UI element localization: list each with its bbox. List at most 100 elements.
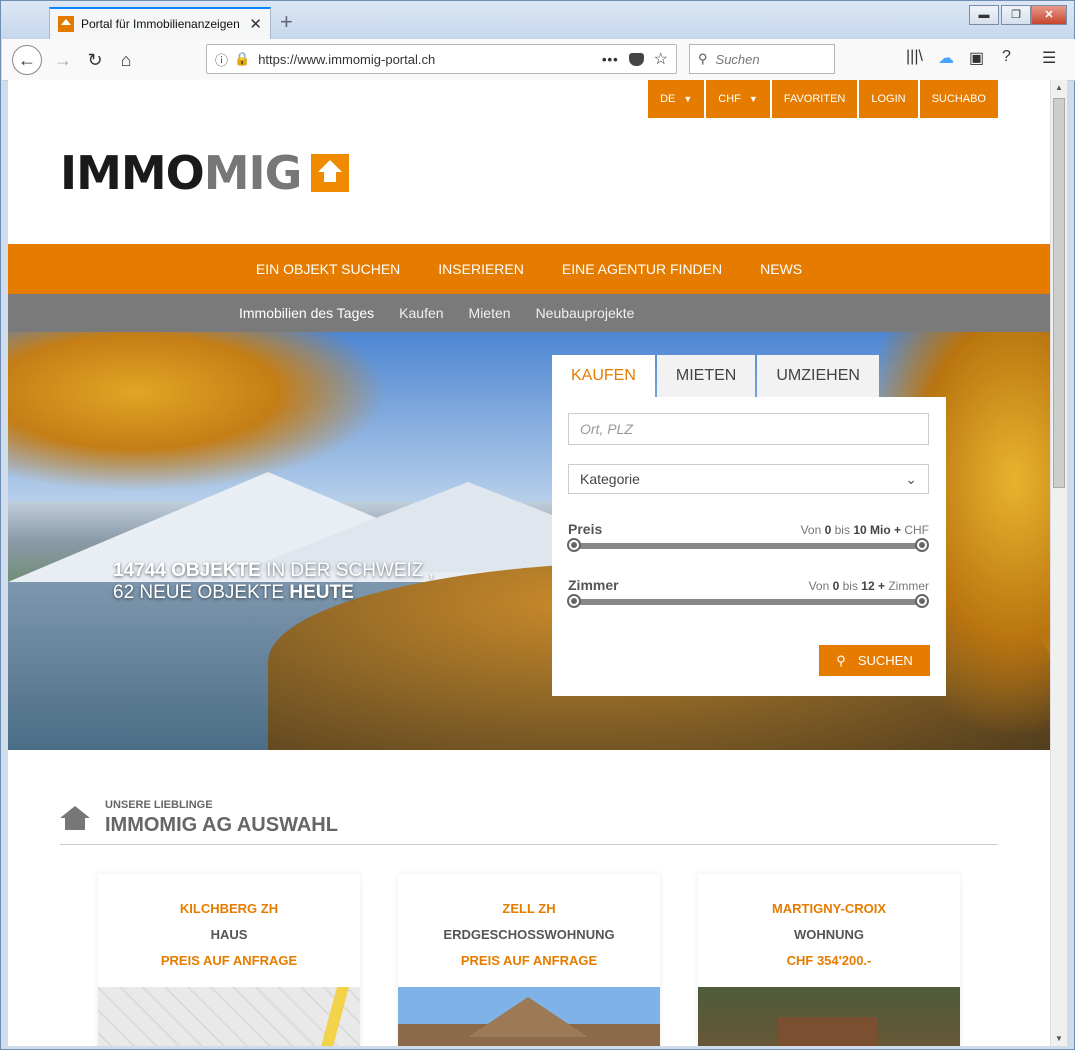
listing-type: ERDGESCHOSSWOHNUNG bbox=[443, 927, 615, 942]
tab-close-icon[interactable]: ✕ bbox=[249, 15, 262, 33]
arrow-left-icon: ← bbox=[18, 49, 36, 70]
language-dropdown[interactable]: DE ▼ bbox=[648, 80, 705, 118]
listing-location[interactable]: MARTIGNY-CROIX bbox=[698, 901, 960, 916]
house-logo-icon bbox=[311, 154, 350, 192]
price-from-word: Von bbox=[800, 523, 825, 537]
login-link[interactable]: LOGIN bbox=[859, 80, 918, 118]
price-max-handle[interactable] bbox=[915, 538, 929, 552]
search-form: Ort, PLZ Kategorie ⌄ Preis Von 0 bis 10 … bbox=[552, 397, 946, 696]
rooms-slider[interactable] bbox=[567, 594, 929, 608]
search-bar[interactable]: ⚲ Suchen bbox=[689, 44, 835, 74]
listing-location[interactable]: KILCHBERG ZH bbox=[98, 901, 360, 916]
tab-title: Portal für Immobilienanzeigen bbox=[81, 17, 240, 31]
category-label: Kategorie bbox=[580, 471, 640, 487]
cloud-icon[interactable]: ☁ bbox=[938, 48, 954, 68]
home-icon bbox=[60, 806, 90, 832]
price-row: Preis Von 0 bis 10 Mio + CHF bbox=[568, 521, 929, 537]
reload-button[interactable]: ↻ bbox=[80, 45, 110, 75]
listing-location[interactable]: ZELL ZH bbox=[398, 901, 660, 916]
price-slider[interactable] bbox=[567, 538, 929, 552]
maximize-button[interactable]: ❐ bbox=[1001, 5, 1031, 25]
scroll-up-icon[interactable]: ▲ bbox=[1055, 83, 1063, 92]
minimize-button[interactable]: ▬ bbox=[969, 5, 999, 25]
location-input[interactable]: Ort, PLZ bbox=[568, 413, 929, 445]
forward-button[interactable]: → bbox=[48, 45, 78, 75]
rooms-to-word: bis bbox=[839, 579, 862, 593]
arrow-right-icon: → bbox=[54, 49, 72, 70]
object-count: 14744 OBJEKTE bbox=[113, 560, 261, 581]
hero-stats: 14744 OBJEKTE IN DER SCHWEIZ , 62 NEUE O… bbox=[113, 560, 434, 604]
chevron-down-icon: ▼ bbox=[748, 94, 758, 104]
listing-card[interactable]: KILCHBERG ZH HAUS PREIS AUF ANFRAGE bbox=[98, 874, 360, 1046]
listing-price: PREIS AUF ANFRAGE bbox=[160, 953, 298, 968]
nav-news[interactable]: NEWS bbox=[760, 261, 802, 277]
subnav-rent[interactable]: Mieten bbox=[469, 305, 511, 321]
listing-cards: KILCHBERG ZH HAUS PREIS AUF ANFRAGE ZELL… bbox=[98, 874, 960, 1046]
rooms-to: 12 + bbox=[861, 579, 885, 593]
currency-dropdown[interactable]: CHF ▼ bbox=[706, 80, 770, 118]
price-min-handle[interactable] bbox=[567, 538, 581, 552]
listing-photo[interactable] bbox=[698, 987, 960, 1046]
bookmark-star-icon[interactable]: ☆ bbox=[654, 49, 668, 69]
favorites-link[interactable]: FAVORITEN bbox=[771, 80, 858, 118]
page-actions-icon[interactable]: ••• bbox=[602, 52, 619, 67]
nav-advertise[interactable]: INSERIEREN bbox=[438, 261, 524, 277]
rooms-max-handle[interactable] bbox=[915, 594, 929, 608]
vertical-scrollbar[interactable]: ▲ ▼ bbox=[1050, 80, 1067, 1046]
subnav-buy[interactable]: Kaufen bbox=[399, 305, 443, 321]
listing-card[interactable]: ZELL ZH ERDGESCHOSSWOHNUNG PREIS AUF ANF… bbox=[398, 874, 660, 1046]
info-icon[interactable]: ⓘ bbox=[215, 50, 228, 69]
search-button[interactable]: ⚲ SUCHEN bbox=[819, 645, 930, 676]
new-objects-suffix: HEUTE bbox=[289, 582, 354, 603]
chevron-down-icon: ▼ bbox=[683, 94, 693, 104]
nav-find-agency[interactable]: EINE AGENTUR FINDEN bbox=[562, 261, 722, 277]
chevron-down-icon: ⌄ bbox=[905, 470, 917, 487]
library-icon[interactable]: |||\ bbox=[906, 48, 923, 66]
title-bar: Portal für Immobilienanzeigen ✕ + ▬ ❐ ✕ bbox=[1, 1, 1074, 39]
price-to-word: bis bbox=[831, 523, 854, 537]
sidebar-icon[interactable]: ▣ bbox=[969, 48, 984, 68]
menu-icon[interactable]: ☰ bbox=[1042, 48, 1056, 68]
url-text[interactable]: https://www.immomig-portal.ch bbox=[258, 52, 602, 67]
tab-rent[interactable]: MIETEN bbox=[656, 355, 756, 397]
pocket-icon[interactable] bbox=[628, 52, 644, 66]
search-icon: ⚲ bbox=[698, 51, 708, 66]
subnav-new-projects[interactable]: Neubauprojekte bbox=[536, 305, 635, 321]
rooms-range-text: Von 0 bis 12 + Zimmer bbox=[809, 579, 929, 593]
site-logo[interactable]: IMMO MIG bbox=[60, 146, 350, 200]
listing-photo[interactable] bbox=[398, 987, 660, 1046]
tab-move[interactable]: UMZIEHEN bbox=[757, 355, 879, 397]
back-button[interactable]: ← bbox=[12, 45, 42, 75]
close-window-button[interactable]: ✕ bbox=[1031, 5, 1067, 25]
url-bar[interactable]: ⓘ 🔒 https://www.immomig-portal.ch ••• ☆ bbox=[206, 44, 677, 74]
search-tabs: KAUFEN MIETEN UMZIEHEN bbox=[552, 355, 881, 397]
object-count-suffix: IN DER SCHWEIZ , bbox=[260, 560, 434, 581]
lock-icon: 🔒 bbox=[234, 51, 251, 66]
location-placeholder: Ort, PLZ bbox=[580, 421, 633, 437]
home-button[interactable]: ⌂ bbox=[111, 45, 141, 75]
listing-card[interactable]: MARTIGNY-CROIX WOHNUNG CHF 354'200.- bbox=[698, 874, 960, 1046]
new-tab-button[interactable]: + bbox=[280, 9, 293, 35]
rooms-label: Zimmer bbox=[568, 577, 619, 593]
favicon-icon bbox=[58, 16, 74, 32]
price-range-text: Von 0 bis 10 Mio + CHF bbox=[801, 523, 929, 537]
home-icon: ⌂ bbox=[120, 49, 132, 70]
scrollbar-thumb[interactable] bbox=[1053, 98, 1065, 488]
browser-tab[interactable]: Portal für Immobilienanzeigen ✕ bbox=[49, 7, 271, 39]
subnav-properties-of-day[interactable]: Immobilien des Tages bbox=[239, 305, 374, 321]
listing-price: CHF 354'200.- bbox=[786, 953, 872, 968]
help-icon[interactable]: ? bbox=[1002, 48, 1011, 66]
suchabo-link[interactable]: SUCHABO bbox=[919, 80, 998, 118]
tab-buy[interactable]: KAUFEN bbox=[552, 355, 655, 397]
search-icon: ⚲ bbox=[836, 652, 846, 668]
category-select[interactable]: Kategorie ⌄ bbox=[568, 464, 929, 494]
logo-text-mig: MIG bbox=[203, 146, 303, 200]
price-unit: CHF bbox=[901, 523, 929, 537]
reload-icon: ↻ bbox=[87, 49, 103, 70]
rooms-min-handle[interactable] bbox=[567, 594, 581, 608]
scroll-down-icon[interactable]: ▼ bbox=[1055, 1034, 1063, 1043]
listing-map-image[interactable] bbox=[98, 987, 360, 1046]
section-divider bbox=[60, 844, 998, 845]
nav-object-search[interactable]: EIN OBJEKT SUCHEN bbox=[256, 261, 400, 277]
price-label: Preis bbox=[568, 521, 603, 537]
